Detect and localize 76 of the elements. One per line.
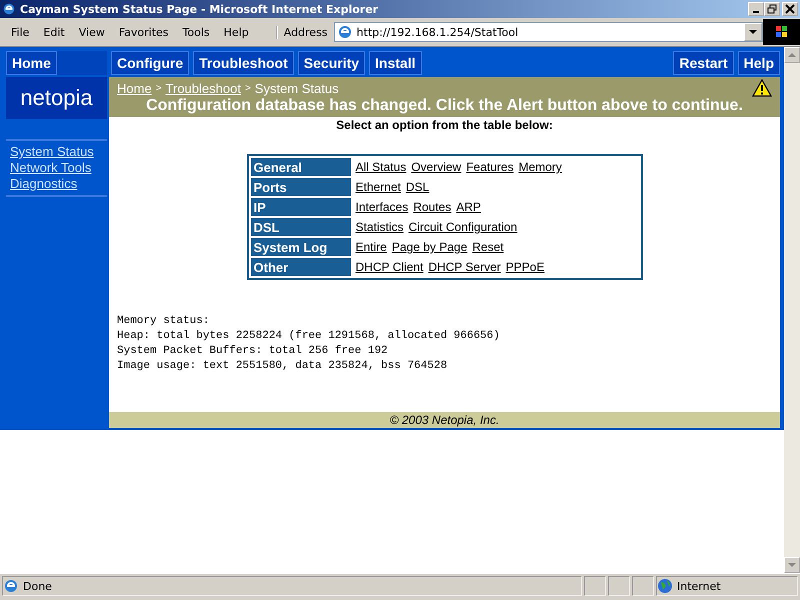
option-link[interactable]: Reset — [472, 240, 504, 254]
status-panel — [584, 576, 606, 596]
category-cell: System Log — [250, 238, 350, 256]
category-cell: Ports — [250, 178, 350, 196]
breadcrumb-current: System Status — [254, 80, 339, 96]
status-text: Done — [23, 580, 52, 592]
option-link[interactable]: Statistics — [356, 220, 404, 234]
caret-icon — [749, 30, 758, 34]
category-cell: Other — [250, 258, 350, 276]
page-icon — [336, 24, 353, 40]
globe-icon — [657, 578, 673, 594]
menu-item[interactable]: Help — [216, 26, 256, 38]
sidebar-link[interactable]: System Status — [10, 144, 103, 160]
instruction-text: Select an option from the table below: — [336, 118, 553, 132]
status-panel — [608, 576, 630, 596]
status-panel — [632, 576, 654, 596]
option-link[interactable]: Circuit Configuration — [408, 220, 518, 234]
category-cell: DSL — [250, 218, 350, 236]
output-line: System Packet Buffers: total 256 free 192 — [117, 344, 389, 359]
restore-button[interactable] — [764, 2, 780, 16]
option-link[interactable]: Interfaces — [356, 200, 408, 214]
option-link[interactable]: Routes — [413, 200, 452, 214]
down-arrow-icon — [788, 563, 796, 567]
menu-item[interactable]: Edit — [36, 26, 72, 38]
dropdown-button[interactable] — [744, 23, 762, 41]
scroll-down-button[interactable] — [784, 557, 800, 573]
option-link[interactable]: DSL — [406, 180, 430, 194]
window-title: Cayman System Status Page - Microsoft Internet Explorer — [20, 2, 380, 16]
logo: netopia — [6, 77, 107, 119]
close-button[interactable] — [782, 2, 798, 16]
option-link[interactable]: Entire — [356, 240, 387, 254]
nav-tab[interactable]: Troubleshoot — [193, 51, 294, 75]
address-label: Address — [276, 26, 332, 38]
menu-item[interactable]: Favorites — [112, 26, 176, 38]
option-link[interactable]: DHCP Client — [356, 260, 424, 274]
breadcrumb-separator: > — [156, 82, 162, 94]
browser-icon — [2, 2, 16, 16]
nav-tab[interactable]: Install — [369, 51, 422, 75]
option-link[interactable]: PPPoE — [506, 260, 544, 274]
option-link[interactable]: ARP — [456, 200, 481, 214]
breadcrumb-separator: > — [244, 82, 251, 94]
sidebar-link[interactable]: Network Tools — [10, 160, 103, 176]
output-line: Heap: total bytes 2258224 (free 1291568, allocated 966656) — [117, 329, 501, 344]
menu-item[interactable]: File — [4, 26, 36, 38]
scroll-up-button[interactable] — [784, 47, 800, 63]
nav-tab[interactable]: Help — [738, 51, 780, 75]
menu-item[interactable]: Tools — [176, 26, 217, 38]
nav-tab[interactable]: Security — [298, 51, 366, 75]
option-link[interactable]: Overview — [411, 160, 462, 174]
option-link[interactable]: Memory — [518, 160, 562, 174]
category-cell: General — [250, 158, 350, 176]
output-line: Image usage: text 2551580, data 235824, bss 764528 — [117, 359, 448, 374]
nav-tab[interactable]: Configure — [111, 51, 190, 75]
zone-text: Internet — [677, 580, 721, 592]
nav-tab[interactable]: Home — [6, 51, 57, 75]
option-link[interactable]: Features — [466, 160, 514, 174]
up-arrow-icon — [788, 53, 796, 57]
menu-item[interactable]: View — [72, 26, 112, 38]
output-line: Memory status: — [117, 314, 210, 329]
option-link[interactable]: DHCP Server — [428, 260, 501, 274]
minimize-button[interactable] — [748, 2, 764, 16]
option-link[interactable]: All Status — [356, 160, 406, 174]
nav-tab[interactable]: Restart — [673, 51, 734, 75]
windows-logo-icon — [763, 19, 800, 45]
category-cell: IP — [250, 198, 350, 216]
option-link[interactable]: Ethernet — [356, 180, 401, 194]
close-icon — [785, 4, 795, 14]
copyright-text: © 2003 Netopia, Inc. — [390, 413, 500, 427]
alert-button[interactable] — [752, 79, 772, 97]
address-field[interactable]: http://192.168.1.254/StatTool — [334, 22, 764, 42]
restore-icon — [767, 4, 777, 14]
option-link[interactable]: Page by Page — [392, 240, 468, 254]
alert-message: Configuration database has changed. Click the Alert button above to continue. — [145, 97, 744, 115]
minimize-icon — [753, 11, 759, 13]
sidebar-link[interactable]: Diagnostics — [10, 176, 103, 192]
page-icon — [3, 578, 19, 594]
